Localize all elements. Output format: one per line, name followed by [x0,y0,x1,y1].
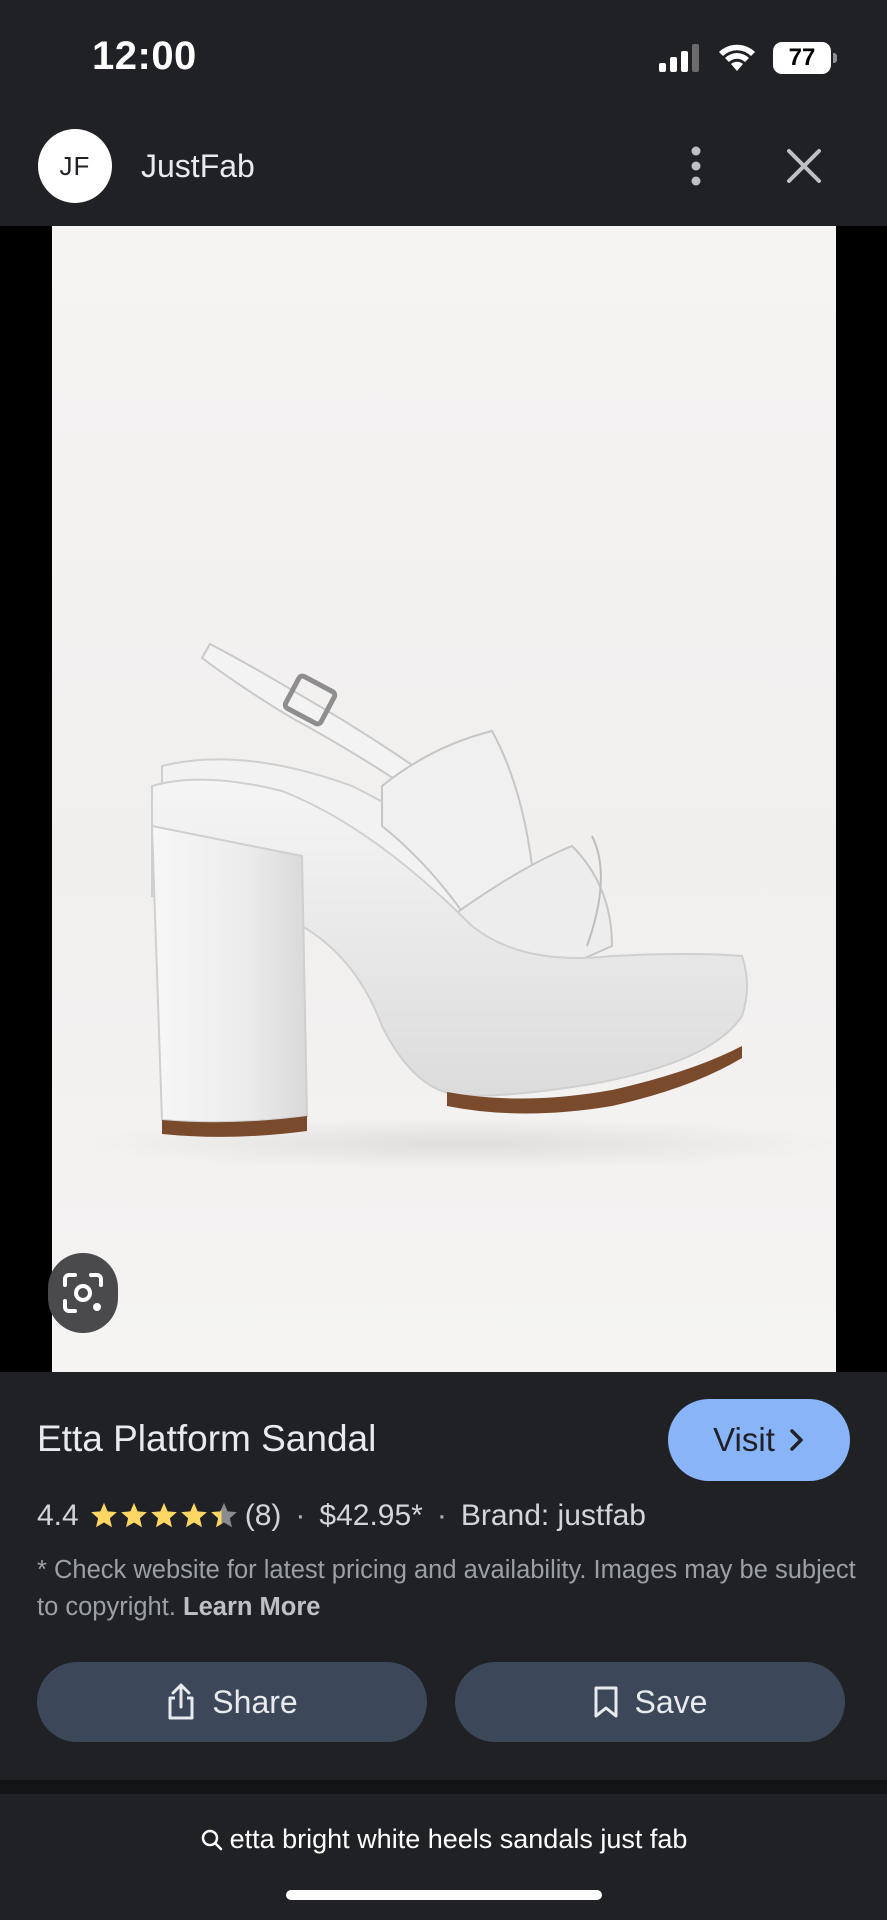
product-meta-row: 4.4 (8) · $42.95* · Brand: justfab [37,1494,646,1538]
sandal-illustration [82,642,836,1170]
visit-label: Visit [713,1421,775,1458]
status-bar: 12:00 77 [0,0,887,108]
star-icon [210,1502,237,1528]
google-lens-button[interactable] [48,1253,118,1333]
star-icon [90,1502,117,1528]
brand: Brand: justfab [460,1499,646,1532]
disclaimer: * Check website for latest pricing and a… [37,1552,857,1626]
rating-stars [89,1501,239,1531]
battery-level: 77 [788,44,816,71]
search-query[interactable]: etta bright white heels sandals just fab [0,1824,887,1855]
page: 12:00 77 JF JustFab Etta Platform Sandal… [0,0,887,1920]
image-viewer [0,226,887,1372]
site-avatar[interactable]: JF [38,129,112,203]
search-query-bar: etta bright white heels sandals just fab [0,1794,887,1920]
visit-button[interactable]: Visit [668,1399,850,1481]
learn-more-link[interactable]: Learn More [183,1593,320,1621]
bookmark-icon [594,1686,618,1718]
site-name[interactable]: JustFab [141,148,255,185]
home-indicator[interactable] [286,1890,602,1900]
share-button[interactable]: Share [37,1662,427,1742]
product-info-panel: Etta Platform Sandal Visit 4.4 (8) · $42… [0,1372,887,1780]
signal-icon [659,44,699,72]
chevron-right-icon [790,1429,803,1451]
review-count[interactable]: (8) [245,1499,282,1533]
more-vertical-icon[interactable] [676,144,716,188]
save-button[interactable]: Save [455,1662,845,1742]
battery-icon: 77 [773,42,837,74]
separator-dot: · [295,1499,306,1532]
divider [0,1780,887,1794]
google-lens-icon [63,1273,103,1313]
close-icon[interactable] [782,144,826,188]
rating-value: 4.4 [37,1499,79,1532]
save-label: Save [634,1683,708,1720]
search-icon [201,1829,222,1850]
price: $42.95* [319,1499,423,1532]
disclaimer-text: * Check website for latest pricing and a… [37,1556,856,1621]
product-image[interactable] [52,226,836,1372]
product-title: Etta Platform Sandal [37,1418,377,1459]
header: JF JustFab [0,108,887,226]
search-query-text: etta bright white heels sandals just fab [229,1824,688,1854]
star-icon [150,1502,177,1528]
separator-dot: · [436,1499,447,1532]
star-icon [120,1502,147,1528]
share-icon [168,1683,194,1720]
status-icons: 77 [657,42,837,74]
star-icon [180,1502,207,1528]
share-label: Share [212,1683,298,1720]
wifi-icon [719,44,755,71]
status-time: 12:00 [92,34,197,78]
